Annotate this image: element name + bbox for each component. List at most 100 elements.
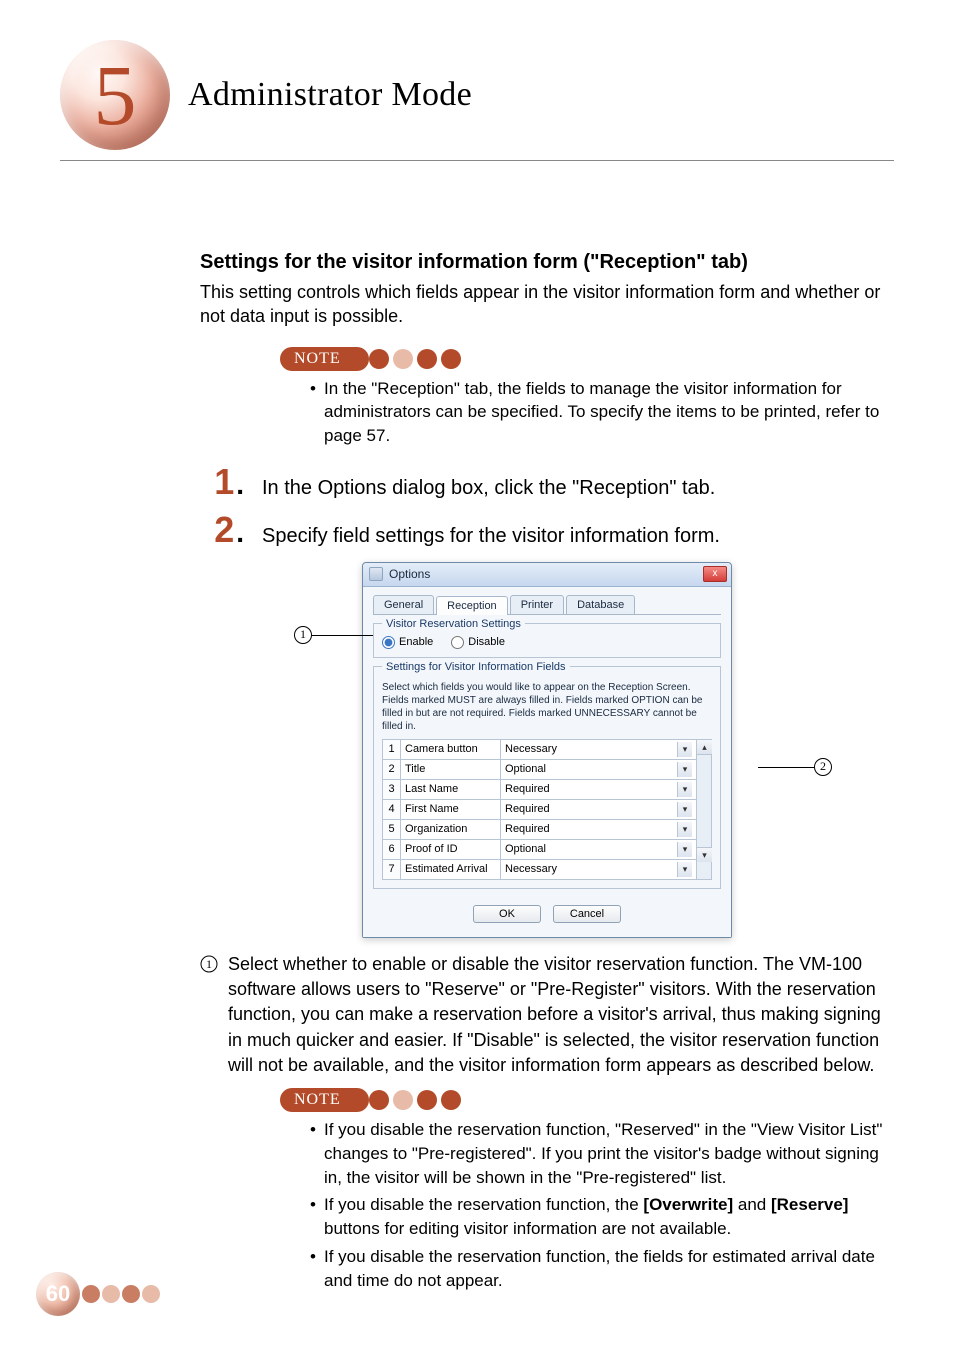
chevron-down-icon: ▾ xyxy=(677,822,692,837)
row-index: 3 xyxy=(383,779,401,799)
table-row: 2 Title Optional ▾ xyxy=(383,759,697,779)
group-description: Select which fields you would like to ap… xyxy=(382,681,712,733)
close-button[interactable]: x xyxy=(703,566,727,582)
header-divider xyxy=(60,160,894,161)
dialog-titlebar: Options x xyxy=(363,563,731,587)
row-value-select[interactable]: Optional ▾ xyxy=(505,842,692,857)
row-field: Estimated Arrival xyxy=(401,859,501,879)
dialog-tabs: General Reception Printer Database xyxy=(373,595,721,615)
note-list: If you disable the reservation function,… xyxy=(310,1118,894,1293)
enum-text: Select whether to enable or disable the … xyxy=(228,952,894,1078)
row-index: 5 xyxy=(383,819,401,839)
cancel-button[interactable]: Cancel xyxy=(553,905,621,923)
options-dialog: Options x General Reception Printer Data… xyxy=(362,562,732,938)
row-value-select[interactable]: Optional ▾ xyxy=(505,762,692,777)
radio-enable-input[interactable] xyxy=(382,636,395,649)
row-index: 4 xyxy=(383,799,401,819)
chevron-down-icon: ▾ xyxy=(677,742,692,757)
note-text: and xyxy=(733,1195,771,1214)
scrollbar[interactable]: ▴ ▾ xyxy=(697,739,712,880)
table-row: 1 Camera button Necessary ▾ xyxy=(383,739,697,759)
chevron-down-icon: ▾ xyxy=(677,842,692,857)
callout-1: 1 xyxy=(294,626,312,644)
row-index: 6 xyxy=(383,839,401,859)
step-text: In the Options dialog box, click the "Re… xyxy=(262,477,715,500)
step-number: 1. xyxy=(200,464,244,500)
row-value-label: Necessary xyxy=(505,743,557,755)
row-value-label: Optional xyxy=(505,843,546,855)
radio-disable[interactable]: Disable xyxy=(451,636,505,649)
note-item: If you disable the reservation function,… xyxy=(310,1245,894,1293)
scroll-up-icon[interactable]: ▴ xyxy=(697,740,712,755)
step-text: Specify field settings for the visitor i… xyxy=(262,525,720,548)
row-index: 1 xyxy=(383,739,401,759)
row-value-label: Necessary xyxy=(505,863,557,875)
row-field: Title xyxy=(401,759,501,779)
row-index: 7 xyxy=(383,859,401,879)
note-item: If you disable the reservation function,… xyxy=(310,1193,894,1241)
note-header: NOTE xyxy=(280,347,894,371)
note-item: If you disable the reservation function,… xyxy=(310,1118,894,1189)
table-row: 7 Estimated Arrival Necessary ▾ xyxy=(383,859,697,879)
note-label: NOTE xyxy=(280,1088,369,1112)
row-value-label: Required xyxy=(505,803,550,815)
row-value-select[interactable]: Necessary ▾ xyxy=(505,742,692,757)
note-dots xyxy=(369,1090,461,1110)
table-row: 4 First Name Required ▾ xyxy=(383,799,697,819)
scroll-down-icon[interactable]: ▾ xyxy=(697,847,712,862)
row-value-select[interactable]: Required ▾ xyxy=(505,802,692,817)
row-field: Proof of ID xyxy=(401,839,501,859)
fields-table: 1 Camera button Necessary ▾ 2 Title Optio… xyxy=(382,739,697,880)
group-title: Visitor Reservation Settings xyxy=(382,618,525,630)
tab-database[interactable]: Database xyxy=(566,595,635,614)
step-number: 2. xyxy=(200,512,244,548)
row-field: Organization xyxy=(401,819,501,839)
enum-circle-1: 1 xyxy=(200,955,218,973)
footer-dots xyxy=(82,1285,160,1303)
row-field: First Name xyxy=(401,799,501,819)
dialog-app-icon xyxy=(369,567,383,581)
tab-printer[interactable]: Printer xyxy=(510,595,564,614)
page-number: 60 xyxy=(36,1272,80,1316)
radio-enable-label: Enable xyxy=(399,636,433,648)
section-intro: This setting controls which fields appea… xyxy=(200,280,894,329)
row-value-label: Required xyxy=(505,823,550,835)
chevron-down-icon: ▾ xyxy=(677,862,692,877)
tab-reception[interactable]: Reception xyxy=(436,596,508,615)
row-value-select[interactable]: Required ▾ xyxy=(505,782,692,797)
row-field: Camera button xyxy=(401,739,501,759)
note-item: In the "Reception" tab, the fields to ma… xyxy=(310,377,894,448)
chapter-title: Administrator Mode xyxy=(188,76,472,114)
note-header: NOTE xyxy=(280,1088,894,1112)
note-text: If you disable the reservation function,… xyxy=(324,1195,643,1214)
tab-general[interactable]: General xyxy=(373,595,434,614)
svg-text:1: 1 xyxy=(206,957,212,971)
radio-disable-label: Disable xyxy=(468,636,505,648)
row-value-label: Optional xyxy=(505,763,546,775)
row-field: Last Name xyxy=(401,779,501,799)
table-row: 5 Organization Required ▾ xyxy=(383,819,697,839)
table-row: 3 Last Name Required ▾ xyxy=(383,779,697,799)
table-row: 6 Proof of ID Optional ▾ xyxy=(383,839,697,859)
ok-button[interactable]: OK xyxy=(473,905,541,923)
reservation-settings-group: Visitor Reservation Settings Enable Disa… xyxy=(373,623,721,658)
row-index: 2 xyxy=(383,759,401,779)
chapter-number-circle: 5 xyxy=(60,40,170,150)
chevron-down-icon: ▾ xyxy=(677,782,692,797)
note-text: buttons for editing visitor information … xyxy=(324,1219,731,1238)
row-value-select[interactable]: Required ▾ xyxy=(505,822,692,837)
group-title: Settings for Visitor Information Fields xyxy=(382,661,570,673)
radio-enable[interactable]: Enable xyxy=(382,636,433,649)
chevron-down-icon: ▾ xyxy=(677,802,692,817)
dialog-title: Options xyxy=(389,567,430,581)
chevron-down-icon: ▾ xyxy=(677,762,692,777)
callout-2-line xyxy=(758,767,814,768)
note-list: In the "Reception" tab, the fields to ma… xyxy=(310,377,894,448)
field-settings-group: Settings for Visitor Information Fields … xyxy=(373,666,721,889)
section-title: Settings for the visitor information for… xyxy=(200,251,894,274)
row-value-select[interactable]: Necessary ▾ xyxy=(505,862,692,877)
row-value-label: Required xyxy=(505,783,550,795)
note-label: NOTE xyxy=(280,347,369,371)
radio-disable-input[interactable] xyxy=(451,636,464,649)
note-bold: [Reserve] xyxy=(771,1195,849,1214)
